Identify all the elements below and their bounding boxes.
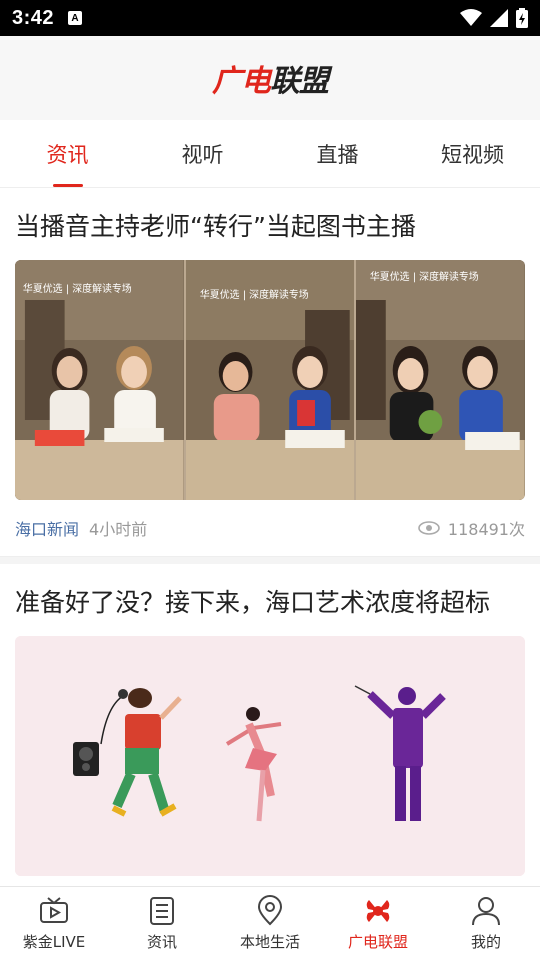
eye-icon bbox=[418, 521, 440, 535]
status-time: 3:42 bbox=[12, 6, 55, 29]
banner-text: 华夏优选 | 深度解读专场 bbox=[23, 282, 132, 295]
article-meta: 海口新闻 4小时前 118491次 bbox=[15, 500, 525, 556]
svg-text:华夏优选 | 深度解读专场: 华夏优选 | 深度解读专场 bbox=[200, 288, 309, 301]
alliance-icon bbox=[366, 900, 390, 922]
nav-label: 广电联盟 bbox=[347, 933, 408, 951]
logo-part-red: 广电 bbox=[212, 64, 271, 99]
nav-label: 我的 bbox=[470, 933, 501, 951]
news-list-icon bbox=[150, 897, 174, 925]
image-panel: 华夏优选 | 深度解读专场 bbox=[185, 260, 357, 500]
tab-short-video[interactable]: 短视频 bbox=[405, 120, 540, 187]
nav-local-life[interactable]: 本地生活 bbox=[216, 887, 324, 960]
tab-news[interactable]: 资讯 bbox=[0, 120, 135, 187]
image-panel: 华夏优选 | 深度解读专场 bbox=[356, 260, 525, 500]
logo-part-dark: 联盟 bbox=[270, 64, 329, 99]
tab-live[interactable]: 直播 bbox=[270, 120, 405, 187]
location-pin-icon bbox=[257, 895, 283, 926]
article-title[interactable]: 当播音主持老师“转行”当起图书主播 bbox=[15, 188, 525, 260]
article-title[interactable]: 准备好了没？接下来，海口艺术浓度将超标 bbox=[15, 564, 525, 636]
wifi-icon bbox=[460, 9, 482, 26]
image-panel: 华夏优选 | 深度解读专场 bbox=[15, 260, 186, 500]
nav-mine[interactable]: 我的 bbox=[432, 887, 540, 960]
tab-audiovisual[interactable]: 视听 bbox=[135, 120, 270, 187]
article-image[interactable]: 华夏优选 | 深度解读专场 华夏优选 | 深度解读专场 华夏优选 | 深度解读专… bbox=[15, 260, 525, 500]
article-views: 118491次 bbox=[418, 516, 525, 540]
nav-zijin-live[interactable]: 紫金LIVE bbox=[0, 887, 108, 960]
divider bbox=[0, 556, 540, 564]
battery-icon bbox=[516, 8, 528, 28]
category-tabs: 资讯 视听 直播 短视频 bbox=[0, 120, 540, 188]
app-logo: 广电联盟 bbox=[212, 56, 329, 100]
article-image[interactable] bbox=[15, 636, 525, 876]
nav-label: 紫金LIVE bbox=[22, 933, 86, 951]
view-count: 118491次 bbox=[447, 520, 525, 539]
svg-text:华夏优选 | 深度解读专场: 华夏优选 | 深度解读专场 bbox=[370, 270, 479, 283]
tv-icon bbox=[40, 897, 68, 923]
nav-news[interactable]: 资讯 bbox=[108, 887, 216, 960]
status-bar: 3:42 A bbox=[0, 0, 540, 36]
signal-icon bbox=[490, 9, 508, 27]
nav-alliance[interactable]: 广电联盟 bbox=[324, 887, 432, 960]
article-time: 4小时前 bbox=[89, 520, 148, 539]
nav-label: 本地生活 bbox=[239, 933, 300, 951]
article-source[interactable]: 海口新闻 bbox=[15, 516, 79, 540]
speaker-illustration bbox=[73, 742, 99, 776]
article-card[interactable]: 当播音主持老师“转行”当起图书主播 华夏优选 | 深度解读专场 华夏优选 | 深… bbox=[0, 188, 540, 564]
bottom-nav: 紫金LIVE 资讯 本地生活 广电联盟 我的 bbox=[0, 886, 540, 960]
user-icon bbox=[472, 897, 500, 926]
news-feed[interactable]: 当播音主持老师“转行”当起图书主播 华夏优选 | 深度解读专场 华夏优选 | 深… bbox=[0, 188, 540, 886]
app-header: 广电联盟 bbox=[0, 36, 540, 120]
nav-label: 资讯 bbox=[146, 933, 177, 951]
status-icons bbox=[460, 8, 528, 28]
article-card[interactable]: 准备好了没？接下来，海口艺术浓度将超标 bbox=[0, 564, 540, 876]
notification-icon: A bbox=[68, 11, 83, 25]
